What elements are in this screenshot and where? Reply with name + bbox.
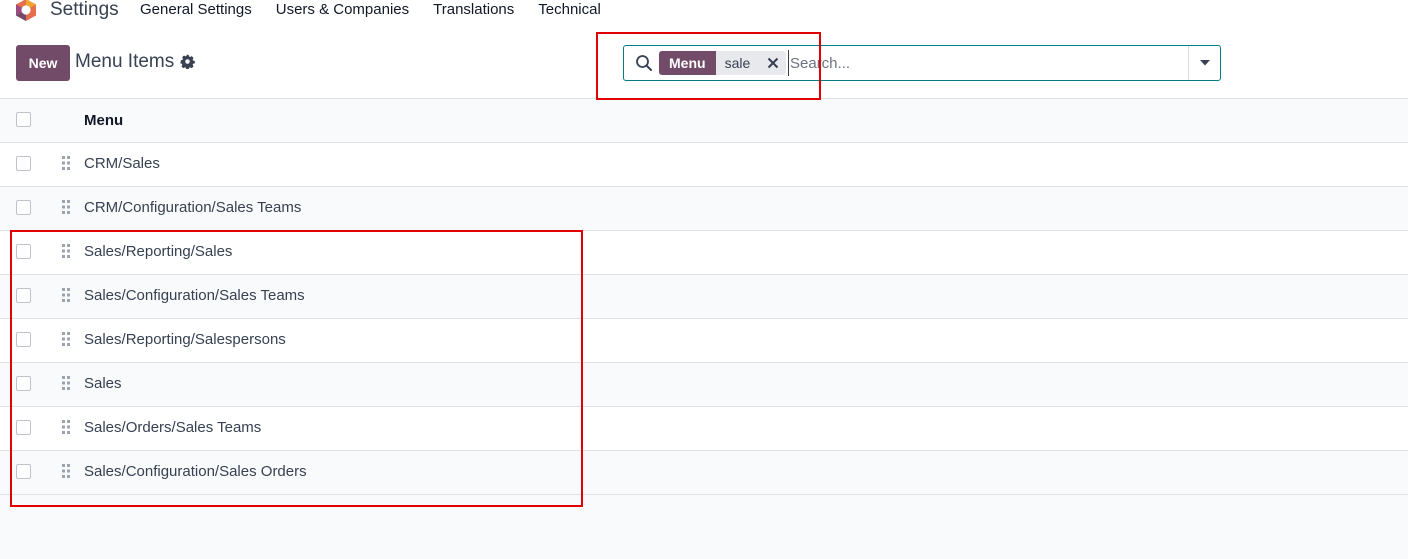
row-menu-name: Sales/Orders/Sales Teams [84, 419, 262, 436]
row-menu-name: Sales/Configuration/Sales Orders [84, 463, 307, 480]
facet-label: Menu [659, 51, 716, 75]
app-name[interactable]: Settings [50, 0, 119, 21]
row-checkbox[interactable] [16, 156, 31, 171]
menu-items-list: Menu CRM/Sales CRM/Configuration/Sales T… [0, 99, 1408, 495]
menu-general-settings[interactable]: General Settings [140, 1, 252, 18]
close-icon [768, 57, 779, 69]
table-row[interactable]: CRM/Sales [0, 143, 1408, 187]
row-checkbox[interactable] [16, 376, 31, 391]
table-row[interactable]: CRM/Configuration/Sales Teams [0, 187, 1408, 231]
table-row[interactable]: Sales/Configuration/Sales Teams [0, 275, 1408, 319]
search-input[interactable] [788, 50, 1183, 76]
facet-value: sale [724, 55, 751, 71]
menu-technical[interactable]: Technical [538, 1, 601, 18]
row-menu-name: Sales/Reporting/Sales [84, 243, 233, 260]
menu-users-companies[interactable]: Users & Companies [276, 1, 409, 18]
drag-handle-icon[interactable] [61, 463, 71, 479]
row-checkbox[interactable] [16, 244, 31, 259]
row-menu-name: Sales/Reporting/Salespersons [84, 331, 286, 348]
search-facet: Menu sale [659, 51, 787, 75]
drag-handle-icon[interactable] [61, 287, 71, 303]
new-button[interactable]: New [16, 45, 70, 81]
row-menu-name: Sales/Configuration/Sales Teams [84, 287, 305, 304]
search-box: Menu sale [623, 45, 1221, 81]
drag-handle-icon[interactable] [61, 155, 71, 171]
facet-remove-button[interactable] [760, 51, 786, 75]
table-row[interactable]: Sales/Configuration/Sales Orders [0, 451, 1408, 495]
drag-handle-icon[interactable] [61, 419, 71, 435]
row-checkbox[interactable] [16, 420, 31, 435]
drag-handle-icon[interactable] [61, 331, 71, 347]
select-all-checkbox[interactable] [16, 112, 31, 127]
gear-icon[interactable] [180, 54, 195, 69]
main-menu: General Settings Users & Companies Trans… [140, 1, 625, 18]
list-header: Menu [0, 99, 1408, 143]
row-checkbox[interactable] [16, 200, 31, 215]
row-menu-name: Sales [84, 375, 122, 392]
app-logo-icon[interactable] [14, 0, 38, 22]
top-navbar: Settings General Settings Users & Compan… [0, 0, 1408, 22]
drag-handle-icon[interactable] [61, 243, 71, 259]
drag-handle-icon[interactable] [61, 199, 71, 215]
drag-handle-icon[interactable] [61, 375, 71, 391]
table-row[interactable]: Sales [0, 363, 1408, 407]
search-icon[interactable] [635, 54, 653, 72]
search-options-toggle[interactable] [1188, 46, 1220, 80]
column-header-menu[interactable]: Menu [84, 112, 123, 129]
row-checkbox[interactable] [16, 288, 31, 303]
row-checkbox[interactable] [16, 332, 31, 347]
table-row[interactable]: Sales/Orders/Sales Teams [0, 407, 1408, 451]
table-row[interactable]: Sales/Reporting/Sales [0, 231, 1408, 275]
caret-down-icon [1199, 60, 1210, 66]
page-title: Menu Items [75, 51, 175, 72]
row-checkbox[interactable] [16, 464, 31, 479]
menu-translations[interactable]: Translations [433, 1, 514, 18]
table-row[interactable]: Sales/Reporting/Salespersons [0, 319, 1408, 363]
control-panel: New Menu Items Menu sale [0, 22, 1408, 99]
row-menu-name: CRM/Configuration/Sales Teams [84, 199, 302, 216]
row-menu-name: CRM/Sales [84, 155, 160, 172]
